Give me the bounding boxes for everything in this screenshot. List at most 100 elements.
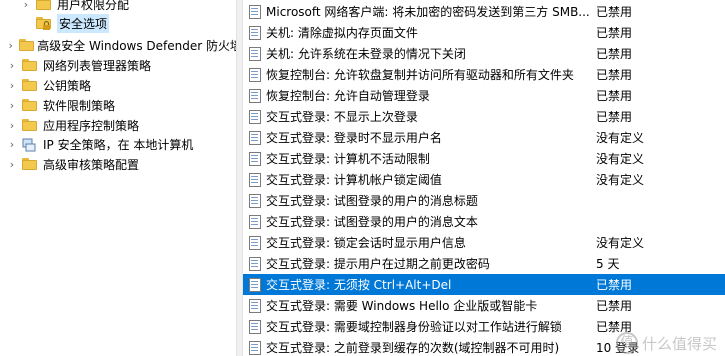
tree-item[interactable]: › 公钥策略 <box>0 75 236 95</box>
watermark: 值 什么值得买 <box>615 332 717 354</box>
expand-chevron-icon[interactable]: › <box>6 39 15 52</box>
policy-name: 交互式登录: 登录时不显示用户名 <box>266 131 442 145</box>
folder-icon <box>36 0 51 10</box>
tree-item[interactable]: › 高级审核策略配置 <box>0 154 236 174</box>
policy-setting-icon <box>248 214 262 229</box>
policy-name: 交互式登录: 需要 Windows Hello 企业版或智能卡 <box>266 299 538 313</box>
policy-name: 关机: 清除虚拟内存页面文件 <box>266 26 418 40</box>
policy-name: 恢复控制台: 允许自动管理登录 <box>266 89 430 103</box>
policy-name: 交互式登录: 需要域控制器身份验证以对工作站进行解锁 <box>266 320 562 334</box>
policy-setting-icon <box>248 67 262 82</box>
tree-item-label: 高级审核策略配置 <box>43 157 140 172</box>
policy-name: 交互式登录: 不显示上次登录 <box>266 110 418 124</box>
policy-setting-icon <box>248 277 262 292</box>
policy-setting-icon <box>248 151 262 166</box>
policy-row[interactable]: 恢复控制台: 允许自动管理登录 已禁用 <box>243 85 725 106</box>
policy-setting-icon <box>248 340 262 355</box>
policy-setting-icon <box>248 4 262 19</box>
policy-name: 交互式登录: 无须按 Ctrl+Alt+Del <box>266 278 452 292</box>
policy-setting-icon <box>248 25 262 40</box>
policy-row[interactable]: 交互式登录: 提示用户在过期之前更改密码 5 天 <box>243 253 725 274</box>
folder-lock-icon <box>36 17 51 30</box>
policy-security-setting: 没有定义 <box>596 131 645 145</box>
policy-row[interactable]: 交互式登录: 计算机帐户锁定阈值 没有定义 <box>243 169 725 190</box>
policy-row[interactable]: Microsoft 网络客户端: 将未加密的密码发送到第三方 SMB... 已禁用 <box>243 1 725 22</box>
local-security-policy-window: ›用户权限分配›安全选项›高级安全 Windows Defender 防火墙›网… <box>0 0 725 356</box>
tree-item-label: 网络列表管理器策略 <box>43 58 152 73</box>
policy-setting-icon <box>248 130 262 145</box>
expand-chevron-icon[interactable]: › <box>20 0 32 11</box>
policy-security-setting: 已禁用 <box>596 5 633 19</box>
policy-row[interactable]: 交互式登录: 不显示上次登录 已禁用 <box>243 106 725 127</box>
policy-setting-icon <box>248 193 262 208</box>
expand-chevron-icon[interactable]: › <box>6 99 18 112</box>
policy-setting-icon <box>248 172 262 187</box>
tree-item-label: IP 安全策略，在 本地计算机 <box>43 137 194 152</box>
folder-icon <box>19 39 35 51</box>
policy-row[interactable]: 交互式登录: 计算机不活动限制 没有定义 <box>243 148 725 169</box>
policy-row[interactable]: 交互式登录: 登录时不显示用户名 没有定义 <box>243 127 725 148</box>
policy-security-setting: 没有定义 <box>596 173 645 187</box>
tree-item[interactable]: › IP 安全策略，在 本地计算机 <box>0 134 236 154</box>
policy-security-setting: 5 天 <box>596 257 620 271</box>
tree-item-label: 公钥策略 <box>43 78 92 93</box>
policy-setting-icon <box>248 46 262 61</box>
policy-setting-icon <box>248 298 262 313</box>
policy-security-setting: 没有定义 <box>596 236 645 250</box>
expand-chevron-icon[interactable]: › <box>6 119 18 132</box>
expand-chevron-icon[interactable]: › <box>6 138 18 151</box>
policy-security-setting: 已禁用 <box>596 68 633 82</box>
policy-security-setting: 已禁用 <box>596 110 633 124</box>
policy-name: Microsoft 网络客户端: 将未加密的密码发送到第三方 SMB... <box>266 5 590 19</box>
policy-row[interactable]: 关机: 允许系统在未登录的情况下关闭 已禁用 <box>243 43 725 64</box>
tree-item[interactable]: ›安全选项 <box>0 13 236 33</box>
policy-setting-icon <box>248 256 262 271</box>
tree-item-label: 安全选项 <box>57 13 110 33</box>
watermark-logo-icon: 值 <box>615 332 638 354</box>
policy-name: 交互式登录: 计算机不活动限制 <box>266 152 430 166</box>
expand-chevron-icon[interactable]: › <box>6 59 18 72</box>
tree-item-label: 软件限制策略 <box>43 98 116 113</box>
folder-icon <box>22 79 37 91</box>
policy-security-setting: 没有定义 <box>596 152 645 166</box>
tree-item-label: 应用程序控制策略 <box>43 118 140 133</box>
policy-name: 交互式登录: 计算机帐户锁定阈值 <box>266 173 442 187</box>
policy-setting-icon <box>248 88 262 103</box>
policy-setting-icon <box>248 235 262 250</box>
watermark-text: 什么值得买 <box>641 334 717 353</box>
tree-item[interactable]: › 用户权限分配 <box>0 0 236 14</box>
policy-name: 恢复控制台: 允许软盘复制并访问所有驱动器和所有文件夹 <box>266 68 574 82</box>
policy-name: 交互式登录: 试图登录的用户的消息标题 <box>266 194 478 208</box>
folder-icon <box>22 59 37 71</box>
policy-security-setting: 已禁用 <box>596 47 633 61</box>
tree-item[interactable]: › 软件限制策略 <box>0 95 236 115</box>
ip-security-icon <box>22 138 37 152</box>
policy-row[interactable]: 交互式登录: 需要 Windows Hello 企业版或智能卡 已禁用 <box>243 295 725 316</box>
policy-security-setting: 已禁用 <box>596 278 633 292</box>
expand-chevron-icon[interactable]: › <box>6 158 18 171</box>
policy-row[interactable]: 交互式登录: 试图登录的用户的消息标题 <box>243 190 725 211</box>
expand-chevron-icon[interactable]: › <box>6 79 18 92</box>
policy-row[interactable]: 交互式登录: 无须按 Ctrl+Alt+Del 已禁用 <box>243 274 725 295</box>
policy-row[interactable]: 恢复控制台: 允许软盘复制并访问所有驱动器和所有文件夹 已禁用 <box>243 64 725 85</box>
policy-name: 交互式登录: 提示用户在过期之前更改密码 <box>266 257 490 271</box>
policy-list: Microsoft 网络客户端: 将未加密的密码发送到第三方 SMB... 已禁用… <box>243 0 725 356</box>
tree-item[interactable]: › 应用程序控制策略 <box>0 115 236 135</box>
folder-icon <box>22 158 37 170</box>
policy-name: 交互式登录: 之前登录到缓存的次数(域控制器不可用时) <box>266 341 560 355</box>
navigation-tree: ›用户权限分配›安全选项›高级安全 Windows Defender 防火墙›网… <box>0 0 236 356</box>
tree-item[interactable]: › 网络列表管理器策略 <box>0 55 236 75</box>
policy-name: 交互式登录: 试图登录的用户的消息文本 <box>266 215 478 229</box>
policy-name: 交互式登录: 锁定会话时显示用户信息 <box>266 236 466 250</box>
policy-name: 关机: 允许系统在未登录的情况下关闭 <box>266 47 466 61</box>
policy-row[interactable]: 交互式登录: 试图登录的用户的消息文本 <box>243 211 725 232</box>
tree-item-label: 用户权限分配 <box>57 0 130 12</box>
policy-setting-icon <box>248 109 262 124</box>
policy-setting-icon <box>248 319 262 334</box>
policy-row[interactable]: 交互式登录: 锁定会话时显示用户信息 没有定义 <box>243 232 725 253</box>
pane-splitter[interactable] <box>236 0 243 356</box>
tree-item[interactable]: › 高级安全 Windows Defender 防火墙 <box>0 35 236 55</box>
folder-icon <box>22 119 37 131</box>
policy-security-setting: 已禁用 <box>596 26 633 40</box>
policy-row[interactable]: 关机: 清除虚拟内存页面文件 已禁用 <box>243 22 725 43</box>
